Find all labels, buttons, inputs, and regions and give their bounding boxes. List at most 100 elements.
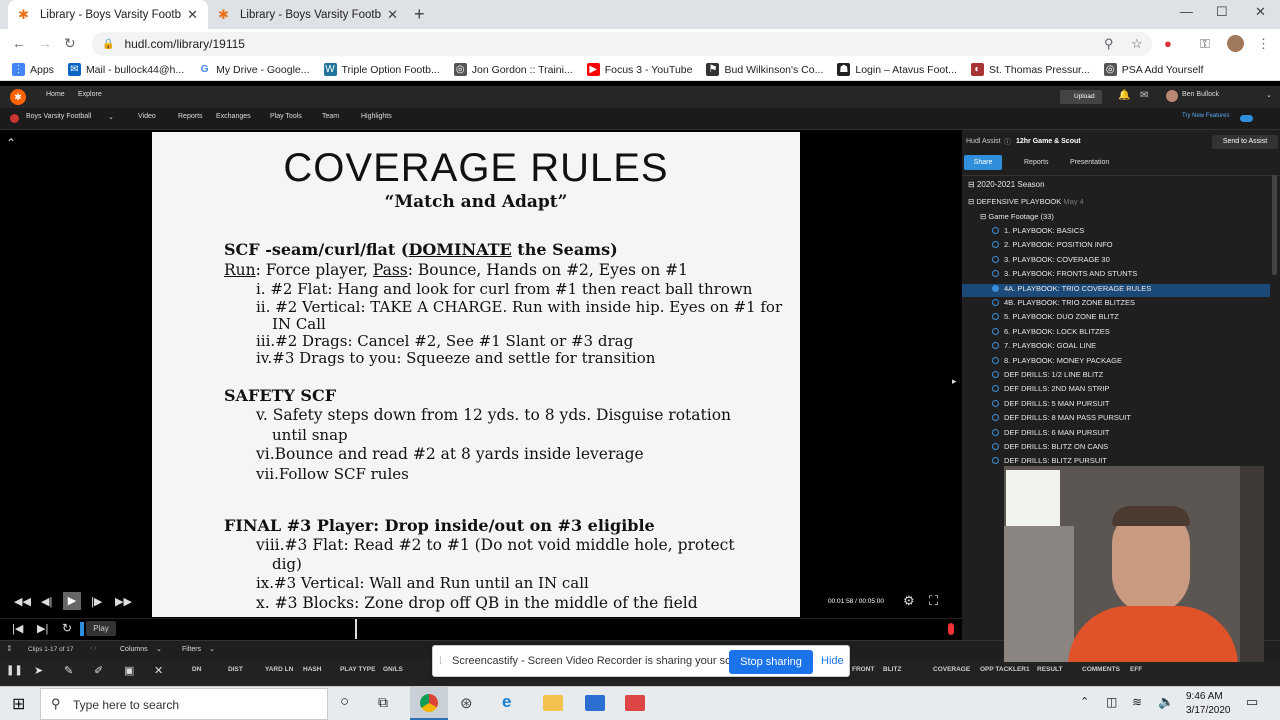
settings-gear-icon[interactable]: ⚙	[903, 593, 915, 609]
bookmark-mail[interactable]: ✉ Mail - bullock44@h...	[67, 63, 184, 76]
fast-forward-icon[interactable]: ▶▶	[115, 595, 132, 608]
notifications-icon[interactable]: ▭	[1246, 694, 1258, 710]
minimize-icon[interactable]: —	[1180, 4, 1193, 19]
radio-circle-icon[interactable]	[992, 457, 999, 465]
tree-item[interactable]: 7. PLAYBOOK: GOAL LINE	[962, 341, 1270, 354]
radio-circle-icon[interactable]	[992, 385, 999, 393]
col-blitz[interactable]: BLITZ	[883, 666, 901, 673]
tree-item[interactable]: DEF DRILLS: 8 MAN PASS PURSUIT	[962, 413, 1270, 426]
upload-button[interactable]: Upload	[1060, 90, 1102, 104]
rewind-icon[interactable]: ◀◀	[14, 595, 31, 608]
col-eff[interactable]: EFF	[1130, 666, 1142, 673]
browser-tab[interactable]: ✱ Library - Boys Varsity Football - H ✕	[208, 0, 408, 29]
subnav-play-tools[interactable]: Play Tools	[270, 113, 302, 120]
tab-reports[interactable]: Reports	[1024, 159, 1049, 166]
tree-item[interactable]: 1. PLAYBOOK: BASICS	[962, 226, 1270, 239]
page-arrows-icon[interactable]: ‹ ›	[90, 645, 97, 652]
previous-clip-icon[interactable]: |◀	[12, 622, 23, 635]
col-opp-tackler1[interactable]: OPP TACKLER1	[980, 666, 1030, 673]
bookmark-youtube[interactable]: ▶ Focus 3 - YouTube	[586, 63, 692, 76]
close-tab-icon[interactable]: ✕	[187, 7, 198, 23]
tray-chevron-icon[interactable]: ⌃	[1080, 695, 1089, 708]
browser-tab-active[interactable]: ✱ Library - Boys Varsity Football - H ✕	[8, 0, 208, 29]
radio-circle-icon[interactable]	[992, 299, 999, 306]
tree-season[interactable]: ⊟ 2020-2021 Season	[968, 180, 1045, 189]
tree-item[interactable]: 8. PLAYBOOK: MONEY PACKAGE	[962, 356, 1270, 369]
nav-home[interactable]: Home	[46, 91, 65, 98]
tree-item[interactable]: DEF DRILLS: 5 MAN PURSUIT	[962, 399, 1270, 412]
user-menu-chevron-icon[interactable]: ⌄	[1266, 91, 1272, 99]
hide-button[interactable]: Hide	[821, 655, 844, 667]
new-tab-icon[interactable]: +	[414, 4, 425, 25]
chrome-menu-icon[interactable]: ⋮	[1257, 36, 1270, 52]
tree-game-footage[interactable]: ⊟ Game Footage (33)	[980, 212, 1054, 221]
user-name[interactable]: Ben Bullock	[1182, 91, 1219, 98]
bookmark-drive[interactable]: G My Drive - Google...	[198, 63, 310, 76]
user-avatar[interactable]	[1166, 90, 1178, 102]
clock-time[interactable]: 9:46 AM	[1186, 691, 1223, 702]
radio-circle-icon[interactable]	[992, 399, 999, 407]
radio-circle-icon[interactable]	[992, 227, 999, 234]
close-tab-icon[interactable]: ✕	[387, 7, 398, 23]
radio-circle-icon[interactable]	[992, 255, 999, 263]
tree-item[interactable]: 3. PLAYBOOK: COVERAGE 30	[962, 255, 1270, 268]
team-selector[interactable]: Boys Varsity Football	[26, 113, 91, 120]
bookmark-apps[interactable]: ⋮ Apps	[12, 63, 54, 76]
tree-item[interactable]: DEF DRILLS: 6 MAN PURSUIT	[962, 428, 1270, 441]
bookmark-triple-option[interactable]: W Triple Option Footb...	[323, 63, 440, 76]
back-icon[interactable]: ←	[12, 35, 26, 51]
maximize-icon[interactable]: ☐	[1216, 4, 1228, 20]
stop-sharing-button[interactable]: Stop sharing	[729, 650, 813, 674]
radio-circle-icon[interactable]	[992, 342, 999, 350]
filters-dropdown[interactable]: Filters	[182, 646, 201, 653]
tab-presentation[interactable]: Presentation	[1070, 159, 1109, 166]
features-toggle[interactable]	[1240, 115, 1253, 122]
nav-explore[interactable]: Explore	[78, 91, 102, 98]
extension-key-icon[interactable]: ⚿	[1200, 36, 1210, 52]
play-button[interactable]: ▶	[63, 592, 81, 610]
team-chevron-icon[interactable]: ⌄	[108, 113, 114, 121]
screencastify-icon[interactable]	[625, 695, 645, 711]
tree-item[interactable]: DEF DRILLS: BLITZ ON CANS	[962, 442, 1270, 455]
screencastify-extension-icon[interactable]: ●	[1164, 36, 1172, 51]
loop-icon[interactable]: ↻	[62, 621, 72, 635]
col-comments[interactable]: COMMENTS	[1082, 666, 1120, 673]
collapse-up-icon[interactable]: ⌃	[6, 136, 16, 150]
next-clip-icon[interactable]: ▶|	[37, 622, 48, 635]
messages-icon[interactable]: ✉	[1140, 90, 1148, 101]
playhead-marker[interactable]	[80, 622, 84, 636]
columns-dropdown[interactable]: Columns	[120, 646, 148, 653]
radio-circle-icon[interactable]	[992, 414, 999, 422]
pause-icon[interactable]: ❚❚	[6, 665, 23, 676]
camera-icon[interactable]: ▣	[124, 664, 134, 677]
radio-circle-icon[interactable]	[992, 443, 999, 450]
radio-circle-icon[interactable]	[992, 371, 999, 378]
bookmark-star-icon[interactable]: ☆	[1131, 36, 1143, 52]
notification-bell-icon[interactable]: 🔔	[1118, 90, 1130, 101]
tree-playbook[interactable]: ⊟ DEFENSIVE PLAYBOOK May 4	[968, 197, 1084, 206]
tree-item[interactable]: 2. PLAYBOOK: POSITION INFO	[962, 240, 1270, 253]
try-new-features[interactable]: Try New Features	[1182, 113, 1229, 119]
drag-handle-icon[interactable]: ⁞	[439, 656, 442, 667]
url-field[interactable]: 🔒 hudl.com/library/19115	[92, 32, 1152, 56]
radio-circle-icon[interactable]	[992, 270, 999, 278]
edge-icon[interactable]: e	[502, 692, 511, 712]
subnav-highlights[interactable]: Highlights	[361, 113, 392, 120]
wifi-icon[interactable]: ≋	[1132, 695, 1142, 709]
task-view-icon[interactable]: ⧉	[378, 694, 388, 711]
forward-icon[interactable]: →	[38, 35, 52, 51]
send-to-assist-button[interactable]: Send to Assist	[1212, 135, 1278, 149]
radio-circle-icon[interactable]	[992, 327, 999, 335]
network-icon[interactable]: ◫	[1106, 695, 1117, 709]
close-tools-icon[interactable]: ✕	[154, 664, 163, 677]
outlook-icon[interactable]	[585, 695, 605, 711]
cortana-icon[interactable]: ○	[340, 693, 349, 710]
radio-circle-icon[interactable]	[992, 428, 999, 436]
clock-date[interactable]: 3/17/2020	[1186, 705, 1231, 716]
reload-icon[interactable]: ↻	[64, 35, 76, 52]
bookmark-bud-wilkinson[interactable]: ⚑ Bud Wilkinson's Co...	[706, 63, 823, 76]
col-dist[interactable]: DIST	[228, 666, 243, 673]
taskbar-search-box[interactable]: ⚲ Type here to search	[40, 688, 328, 720]
subnav-reports[interactable]: Reports	[178, 113, 203, 120]
col-dn[interactable]: DN	[192, 666, 201, 673]
